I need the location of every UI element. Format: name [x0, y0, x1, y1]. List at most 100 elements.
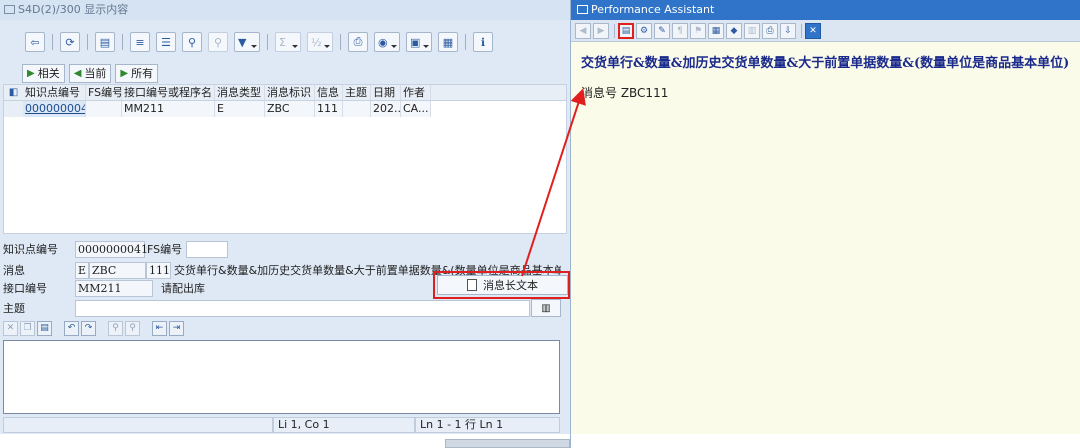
- row-selector[interactable]: [4, 101, 23, 117]
- print-icon[interactable]: ⎙: [348, 32, 368, 52]
- redo-icon[interactable]: ↷: [81, 320, 96, 336]
- current-button[interactable]: ◀ 当前: [68, 63, 112, 83]
- settings-icon[interactable]: ⚙: [636, 22, 652, 39]
- pa-heading: 交货单行&数量&加历史交货单数量&大于前置单据数量&(数量单位是商品基本单位): [581, 56, 1070, 71]
- fs-field[interactable]: [186, 240, 229, 258]
- all-button[interactable]: ▶ 所有: [115, 63, 159, 83]
- performance-assistant-window: Performance Assistant ◀ ▶ ▤ ⚙ ✎ ¶ ⚑ ▦ ◆ …: [570, 0, 1080, 448]
- bookmark-icon[interactable]: ◆: [726, 22, 742, 39]
- find-next-icon[interactable]: ⚲: [208, 32, 228, 52]
- back-icon[interactable]: ◀: [575, 22, 591, 39]
- export-icon[interactable]: ◉: [374, 32, 400, 52]
- close-icon[interactable]: ✕: [805, 22, 821, 39]
- message-type-field[interactable]: E: [75, 261, 89, 279]
- column-header[interactable]: 消息标识: [265, 85, 315, 100]
- sum-icon[interactable]: Σ: [275, 32, 301, 52]
- table-cell[interactable]: MM211: [122, 101, 215, 117]
- calendar-icon[interactable]: ▦: [708, 22, 724, 39]
- copy-icon[interactable]: ❐: [20, 320, 35, 336]
- import-icon[interactable]: ⇤: [152, 320, 167, 336]
- message-longtext-button[interactable]: 消息长文本: [437, 275, 568, 295]
- background-strip: [0, 434, 570, 448]
- table-cell[interactable]: ZBC: [265, 101, 315, 117]
- toolbar-separator: [52, 34, 53, 50]
- toolbar-separator: [614, 23, 615, 38]
- export-icon[interactable]: ⇥: [169, 320, 184, 336]
- main-toolbar: ⇦ ⟳ ▤ ≡ ☰ ⚲ ⚲ ▼ Σ ½ ⎙ ◉ ▣ ▦ ℹ: [22, 30, 496, 54]
- cut-icon[interactable]: ✕: [3, 320, 18, 336]
- pa-message-number: 消息号 ZBC111: [581, 86, 669, 100]
- forward-icon[interactable]: ▶: [593, 22, 609, 39]
- column-header[interactable]: FS编号: [86, 85, 122, 100]
- table-cell[interactable]: [86, 101, 122, 117]
- message-grid: ◧ 知识点编号 FS编号 接口编号或程序名 消息类型 消息标识 信息 主题 日期…: [3, 84, 567, 234]
- interface-row: 接口编号 MM211 请配出库: [3, 279, 205, 297]
- status-empty: [3, 417, 273, 433]
- layout-icon[interactable]: ▦: [438, 32, 458, 52]
- sort-ascending-icon[interactable]: ≡: [130, 32, 150, 52]
- view-icon[interactable]: ▣: [406, 32, 432, 52]
- subject-field[interactable]: [75, 299, 530, 317]
- glossary-icon[interactable]: ¶: [672, 22, 688, 39]
- background-strip: [571, 434, 1080, 448]
- filter-icon[interactable]: ▼: [234, 32, 260, 52]
- edit-icon[interactable]: ✎: [654, 22, 670, 39]
- subject-label: 主题: [3, 302, 25, 315]
- message-class-field[interactable]: ZBC: [89, 261, 146, 279]
- interface-label: 接口编号: [3, 282, 47, 295]
- technical-info-icon[interactable]: ▤: [618, 22, 634, 39]
- all-label: 所有: [131, 67, 154, 80]
- editor-toolbar: ✕ ❐ ▤ ↶ ↷ ⚲ ⚲ ⇤ ⇥: [3, 320, 186, 336]
- undo-icon[interactable]: ↶: [64, 320, 79, 336]
- column-header[interactable]: 信息: [315, 85, 343, 100]
- column-header[interactable]: 消息类型: [215, 85, 265, 100]
- toolbar-separator: [465, 34, 466, 50]
- find-icon[interactable]: ⚲: [108, 320, 123, 336]
- refresh-icon[interactable]: ⟳: [60, 32, 80, 52]
- column-header[interactable]: 知识点编号: [23, 85, 86, 100]
- toolbar-separator: [122, 34, 123, 50]
- release-notes-icon[interactable]: ⚑: [690, 22, 706, 39]
- table-icon[interactable]: ▥: [744, 22, 760, 39]
- text-editor[interactable]: [3, 340, 560, 414]
- paste-icon[interactable]: ▤: [37, 320, 52, 336]
- print-icon[interactable]: ⎙: [762, 22, 778, 39]
- arrow-left-icon: ◀: [73, 67, 82, 79]
- table-cell[interactable]: 202...: [371, 101, 401, 117]
- table-cell[interactable]: 111: [315, 101, 343, 117]
- toolbar-separator: [340, 34, 341, 50]
- cursor-position: Li 1, Co 1: [273, 417, 415, 433]
- back-arrow-icon[interactable]: ⇦: [25, 32, 45, 52]
- pa-title: Performance Assistant: [591, 3, 715, 16]
- view-toolbar: ▶ 相关 ◀ 当前 ▶ 所有: [22, 63, 162, 83]
- table-cell[interactable]: [343, 101, 371, 117]
- subject-row: 主题: [3, 299, 530, 317]
- column-header[interactable]: 接口编号或程序名: [122, 85, 215, 100]
- table-cell[interactable]: 0000000041: [23, 101, 86, 117]
- table-row[interactable]: 0000000041 MM211 E ZBC 111 202... CA...: [4, 101, 566, 117]
- sort-descending-icon[interactable]: ☰: [156, 32, 176, 52]
- info-icon[interactable]: ℹ: [473, 32, 493, 52]
- kp-field[interactable]: 0000000041: [75, 240, 148, 258]
- select-all-icon[interactable]: ◧: [4, 85, 23, 100]
- column-header[interactable]: 主题: [343, 85, 371, 100]
- document-icon: [467, 279, 477, 291]
- message-number-field[interactable]: 111: [146, 261, 171, 279]
- column-header[interactable]: 日期: [371, 85, 401, 100]
- find-icon[interactable]: ⚲: [182, 32, 202, 52]
- toolbar-separator: [87, 34, 88, 50]
- find-next-icon[interactable]: ⚲: [125, 320, 140, 336]
- download-icon[interactable]: ⇩: [780, 22, 796, 39]
- table-cell[interactable]: CA...: [401, 101, 431, 117]
- message-label: 消息: [3, 264, 25, 277]
- column-header[interactable]: 作者: [401, 85, 431, 100]
- related-button[interactable]: ▶ 相关: [22, 63, 65, 83]
- details-icon[interactable]: ▤: [95, 32, 115, 52]
- window-icon: [4, 5, 15, 14]
- subtotal-icon[interactable]: ½: [307, 32, 333, 52]
- table-cell[interactable]: E: [215, 101, 265, 117]
- pa-title-bar: Performance Assistant: [571, 0, 1080, 20]
- subject-detail-icon[interactable]: ▥: [531, 299, 561, 317]
- message-longtext-label: 消息长文本: [483, 279, 538, 292]
- interface-field[interactable]: MM211: [75, 279, 153, 297]
